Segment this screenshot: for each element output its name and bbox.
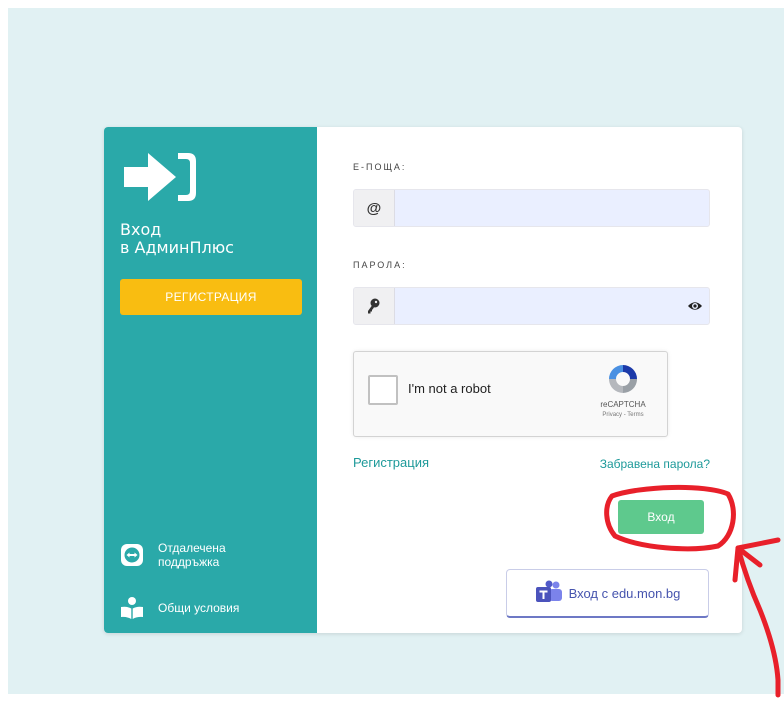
terms-link[interactable]: Общи условия (120, 596, 239, 620)
login-form: Е-ПОЩА: @ ПАРОЛА: I'm not a robot reCAPT… (317, 127, 742, 633)
email-input[interactable] (395, 190, 679, 226)
sign-in-arrow-icon (124, 153, 196, 201)
remote-support-line1: Отдалечена (158, 541, 226, 555)
sidebar-title-line2: в АдминПлюс (120, 238, 234, 257)
remote-support-line2: поддръжка (158, 555, 220, 569)
login-button[interactable]: Вход (618, 500, 704, 534)
eye-icon[interactable] (687, 298, 703, 314)
remote-support-link[interactable]: Отдалечена поддръжка (120, 541, 226, 569)
teams-icon (535, 580, 562, 602)
recaptcha-text: I'm not a robot (408, 381, 491, 396)
password-field-group (353, 287, 710, 325)
recaptcha-brand: reCAPTCHA (600, 400, 646, 409)
login-card: Вход в АдминПлюс РЕГИСТРАЦИЯ Отдалечена … (104, 127, 742, 633)
at-icon: @ (354, 190, 395, 226)
email-field-group: @ (353, 189, 710, 227)
forgot-password-link[interactable]: Забравена парола? (600, 457, 710, 471)
key-icon (354, 288, 395, 324)
sidebar: Вход в АдминПлюс РЕГИСТРАЦИЯ Отдалечена … (104, 127, 317, 633)
terms-label: Общи условия (158, 601, 240, 615)
remote-support-label: Отдалечена поддръжка (158, 541, 226, 569)
recaptcha-terms[interactable]: Privacy - Terms (590, 412, 656, 418)
register-button[interactable]: РЕГИСТРАЦИЯ (120, 279, 302, 315)
edu-login-label: Вход с edu.mon.bg (568, 585, 681, 601)
recaptcha-icon (609, 365, 637, 393)
email-label: Е-ПОЩА: (353, 162, 407, 172)
password-label: ПАРОЛА: (353, 260, 407, 270)
register-link[interactable]: Регистрация (353, 455, 429, 470)
edu-login-button[interactable]: Вход с edu.mon.bg (506, 569, 709, 618)
book-reader-icon (121, 597, 143, 619)
sidebar-title: Вход в АдминПлюс (120, 221, 234, 257)
recaptcha-widget: I'm not a robot reCAPTCHA Privacy - Term… (353, 351, 668, 437)
recaptcha-checkbox[interactable] (368, 375, 398, 405)
password-input[interactable] (395, 288, 679, 324)
sidebar-title-line1: Вход (120, 220, 162, 239)
remote-support-icon (121, 544, 143, 566)
